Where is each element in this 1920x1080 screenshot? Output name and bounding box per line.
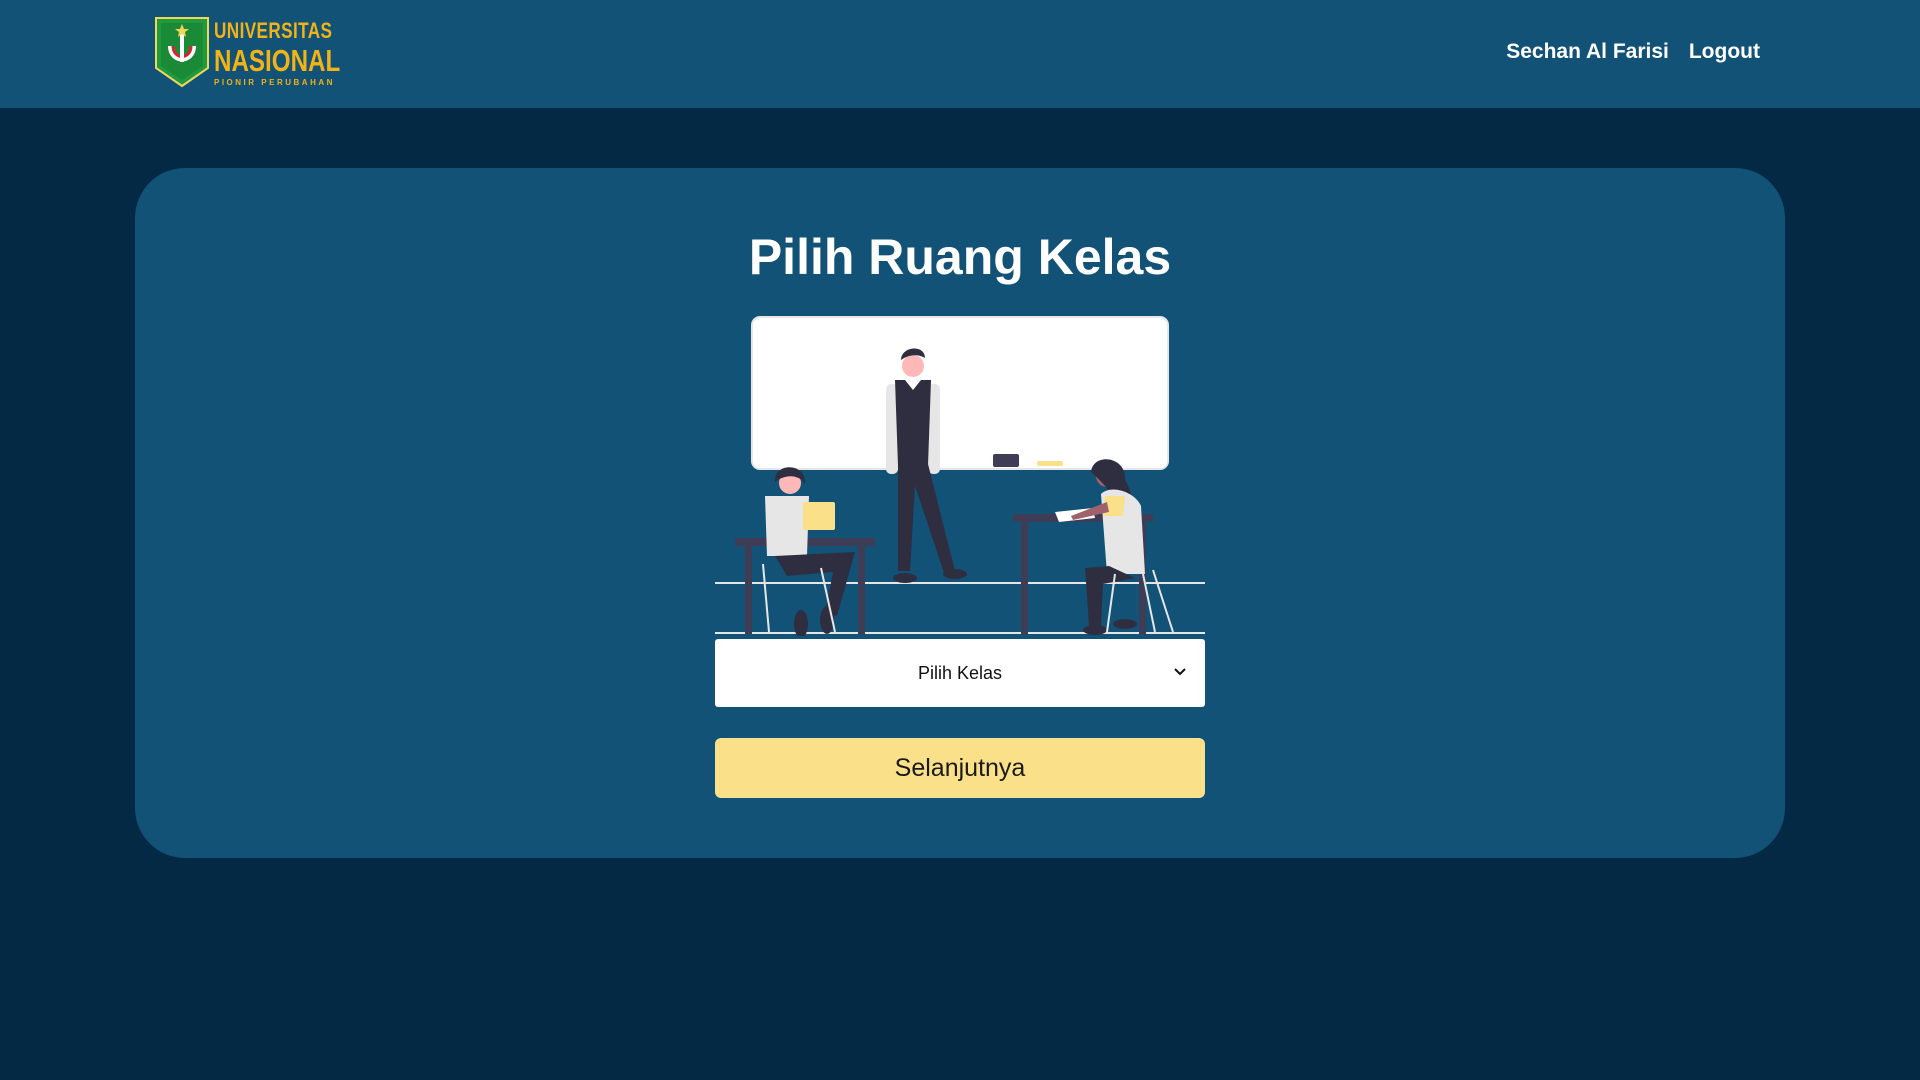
logo-line-universitas: UNIVERSITAS (214, 18, 333, 43)
logo-line-nasional: NASIONAL (214, 43, 341, 78)
chevron-down-icon (1174, 668, 1186, 676)
logo-text: UNIVERSITAS NASIONAL PIONIR PERUBAHAN (214, 20, 376, 87)
class-select[interactable]: Pilih Kelas (715, 639, 1205, 707)
logo-tagline: PIONIR PERUBAHAN (214, 78, 335, 87)
classroom-illustration (715, 316, 1205, 636)
university-logo[interactable]: UNIVERSITAS NASIONAL PIONIR PERUBAHAN (154, 16, 340, 88)
class-select-value: Pilih Kelas (917, 662, 1003, 683)
logout-link[interactable]: Logout (1689, 40, 1760, 64)
user-name-link[interactable]: Sechan Al Farisi (1506, 40, 1669, 64)
university-crest-icon (155, 17, 209, 88)
page-title: Pilih Ruang Kelas (748, 229, 1172, 285)
next-button[interactable]: Selanjutnya (715, 738, 1205, 798)
class-selection-card: Pilih Ruang Kelas Pilih Kelas Selanjutny… (135, 168, 1785, 858)
navbar: UNIVERSITAS NASIONAL PIONIR PERUBAHAN Se… (0, 0, 1920, 108)
user-nav: Sechan Al Farisi Logout (1506, 40, 1760, 64)
